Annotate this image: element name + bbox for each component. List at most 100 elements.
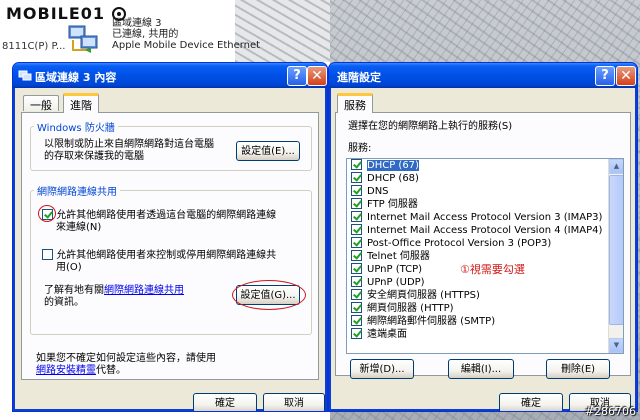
scroll-up-arrow[interactable]: ▲: [609, 159, 623, 174]
service-row[interactable]: FTP 伺服器: [347, 198, 623, 211]
allow-connect-option[interactable]: 允許其他網路使用者透過這台電腦的網際網路連線 來連線(N): [42, 209, 302, 234]
allow-control-option[interactable]: 允許其他網路使用者來控制或停用網際網路連線共 用(O): [42, 249, 302, 274]
scroll-thumb[interactable]: [609, 175, 623, 325]
service-checkbox[interactable]: [351, 198, 362, 209]
services-rows: DHCP (67) DHCP (68) DNS FTP 伺服器 Internet Mai…: [347, 159, 623, 341]
connection-properties-dialog: 區域連線 3 內容 ? ✕ 一般 進階 Windows 防火牆 以限制或防止來自…: [12, 62, 328, 412]
watermark: #286706: [584, 405, 636, 418]
cancel-button[interactable]: 取消: [263, 393, 325, 411]
firewall-description-line1: 以限制或防止來自網際網路對這台電腦: [44, 139, 214, 150]
network-icon: [18, 70, 32, 81]
advanced-tab-panel: Windows 防火牆 以限制或防止來自網際網路對這台電腦 的存取來保護我的電腦…: [21, 112, 319, 380]
properties-title: 區域連線 3 內容: [35, 71, 117, 84]
logo-text: MOBILE01: [6, 4, 106, 23]
edit-service-button[interactable]: 編輯(I)...: [448, 359, 514, 379]
advanced-settings-dialog: 進階設定 ? ✕ 服務 選擇在您的網際網路上執行的服務(S) 服務: DHCP …: [328, 62, 638, 412]
network-connection-icon[interactable]: [67, 24, 101, 54]
service-label: 網頁伺服器 (HTTP): [367, 303, 454, 314]
ics-help-link[interactable]: 網際網路連線共用: [104, 285, 184, 296]
firewall-description-line2: 的存取來保護我的電腦: [44, 151, 144, 162]
firewall-description: 以限制或防止來自網際網路對這台電腦 的存取來保護我的電腦: [44, 139, 214, 163]
service-row[interactable]: 網際網路郵件伺服器 (SMTP): [347, 315, 623, 328]
service-row[interactable]: DHCP (67): [347, 159, 623, 172]
service-label: Internet Mail Access Protocol Version 4 …: [367, 225, 603, 236]
footer-line2-suffix: 代替。: [96, 365, 126, 376]
service-label: 安全網頁伺服器 (HTTPS): [367, 290, 480, 301]
service-checkbox[interactable]: [351, 224, 362, 235]
delete-service-button[interactable]: 刪除(E): [546, 359, 610, 379]
service-row[interactable]: 網頁伺服器 (HTTP): [347, 302, 623, 315]
service-row[interactable]: Internet Mail Access Protocol Version 4 …: [347, 224, 623, 237]
advanced-titlebar[interactable]: 進階設定 ? ✕: [329, 63, 637, 88]
service-label: Telnet 伺服器: [367, 251, 430, 262]
service-label: UPnP (UDP): [367, 277, 425, 288]
adapter-name-partial: 8111C(P) P...: [2, 41, 66, 52]
service-row[interactable]: DNS: [347, 185, 623, 198]
allow-connect-label-line2: 來連線(N): [56, 222, 102, 233]
service-label: DHCP (68): [367, 173, 419, 184]
services-scrollbar[interactable]: ▲ ▼: [608, 159, 623, 353]
service-label: DHCP (67): [367, 160, 419, 171]
service-row[interactable]: DHCP (68): [347, 172, 623, 185]
service-checkbox[interactable]: [351, 211, 362, 222]
service-label: Post-Office Protocol Version 3 (POP3): [367, 238, 552, 249]
services-tab-panel: 選擇在您的網際網路上執行的服務(S) 服務: DHCP (67) DHCP (68…: [335, 112, 631, 379]
ics-learn-more: 了解有地有關網際網路連線共用 的資訊。: [44, 285, 184, 309]
properties-titlebar[interactable]: 區域連線 3 內容 ? ✕: [13, 63, 327, 88]
service-label: Internet Mail Access Protocol Version 3 …: [367, 212, 603, 223]
service-row[interactable]: Post-Office Protocol Version 3 (POP3): [347, 237, 623, 250]
learn-prefix: 了解有地有關: [44, 285, 104, 296]
tab-advanced[interactable]: 進階: [63, 93, 99, 113]
service-row[interactable]: 遠端桌面: [347, 328, 623, 341]
tab-general[interactable]: 一般: [23, 95, 59, 112]
service-label: UPnP (TCP): [367, 264, 423, 275]
annotation-note: ①視需要勾選: [460, 263, 525, 276]
service-checkbox[interactable]: [351, 185, 362, 196]
services-label: 服務:: [348, 143, 372, 154]
service-label: FTP 伺服器: [367, 199, 418, 210]
close-button[interactable]: ✕: [616, 66, 636, 86]
service-checkbox[interactable]: [351, 276, 362, 287]
services-list[interactable]: DHCP (67) DHCP (68) DNS FTP 伺服器 Internet Mai…: [346, 158, 624, 354]
service-row[interactable]: 安全網頁伺服器 (HTTPS): [347, 289, 623, 302]
firewall-settings-button[interactable]: 設定值(E)...: [236, 141, 300, 161]
help-button[interactable]: ?: [595, 66, 615, 86]
services-intro: 選擇在您的網際網路上執行的服務(S): [348, 121, 513, 132]
service-checkbox[interactable]: [351, 263, 362, 274]
network-wizard-link[interactable]: 網路安裝精靈: [36, 365, 96, 376]
ok-button[interactable]: 確定: [193, 393, 257, 411]
service-checkbox[interactable]: [351, 250, 362, 261]
checkbox-highlight-circle: [38, 205, 56, 222]
service-checkbox[interactable]: [351, 328, 362, 339]
service-checkbox[interactable]: [351, 302, 362, 313]
service-row[interactable]: UPnP (UDP): [347, 276, 623, 289]
scroll-down-arrow[interactable]: ▼: [609, 338, 623, 353]
tab-advanced-label: 進階: [70, 99, 92, 112]
service-checkbox[interactable]: [351, 172, 362, 183]
connection-device: Apple Mobile Device Ethernet: [112, 40, 261, 51]
service-checkbox[interactable]: [351, 237, 362, 248]
add-service-button[interactable]: 新增(D)...: [350, 359, 414, 379]
allow-control-checkbox[interactable]: [42, 249, 53, 260]
site-logo: MOBILE01: [6, 4, 126, 23]
connection-status: 已連線, 共用的: [112, 29, 179, 40]
footer-text: 如果您不確定如何設定這些內容，請使用 網路安裝精靈代替。: [36, 353, 216, 377]
allow-connect-label: 允許其他網路使用者透過這台電腦的網際網路連線: [56, 210, 277, 221]
service-checkbox[interactable]: [351, 159, 362, 170]
service-label: DNS: [367, 186, 389, 197]
footer-line1: 如果您不確定如何設定這些內容，請使用: [36, 353, 216, 364]
help-button[interactable]: ?: [287, 66, 307, 86]
connection-name: 區域連線 3: [112, 18, 162, 29]
service-label: 遠端桌面: [367, 329, 407, 340]
service-checkbox[interactable]: [351, 289, 362, 300]
tab-services[interactable]: 服務: [337, 93, 373, 113]
service-checkbox[interactable]: [351, 315, 362, 326]
close-button[interactable]: ✕: [307, 66, 327, 86]
advanced-title: 進階設定: [337, 71, 381, 84]
allow-control-label-line2: 用(O): [56, 262, 82, 273]
ics-legend: 網際網路連線共用: [37, 187, 117, 198]
tab-services-label: 服務: [344, 99, 366, 112]
settings-highlight-circle: [232, 280, 306, 310]
service-row[interactable]: Internet Mail Access Protocol Version 3 …: [347, 211, 623, 224]
ok-button[interactable]: 確定: [499, 393, 563, 411]
